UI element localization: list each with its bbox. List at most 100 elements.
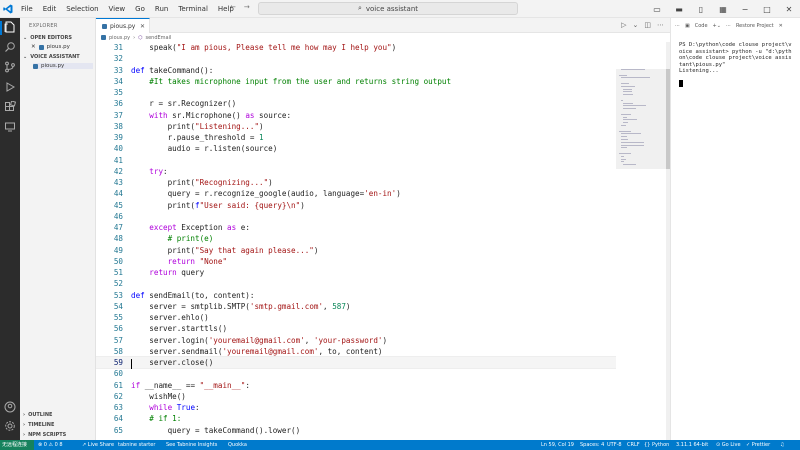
close-icon[interactable]: ✕ — [779, 23, 783, 29]
command-center-search[interactable]: ⌕ voice assistant — [258, 2, 518, 15]
code-line[interactable]: 57 server.login('youremail@gmail.com', '… — [96, 335, 616, 346]
code-line[interactable]: 31 speak("I am pious, Please tell me how… — [96, 42, 616, 53]
customize-layout-icon[interactable]: ▦ — [712, 5, 734, 14]
code-line[interactable]: 49 print("Say that again please...") — [96, 245, 616, 256]
code-line[interactable]: 54 server = smtplib.SMTP('smtp.gmail.com… — [96, 301, 616, 312]
code-line[interactable]: 62 wishMe() — [96, 391, 616, 402]
remote-explorer-icon[interactable] — [3, 121, 17, 135]
code-line[interactable]: 48 # print(e) — [96, 233, 616, 244]
code-line[interactable]: 44 query = r.recognize_google(audio, lan… — [96, 188, 616, 199]
code-line[interactable]: 34 #It takes microphone input from the u… — [96, 76, 616, 87]
code-line[interactable]: 35 — [96, 87, 616, 98]
tab-pious-py[interactable]: pious.py ✕ — [96, 18, 150, 33]
explorer-icon[interactable] — [3, 21, 17, 35]
outline-section[interactable]: › OUTLINE — [23, 412, 52, 418]
code-line[interactable]: 56 server.starttls() — [96, 323, 616, 334]
chevron-down-icon[interactable]: ⌄ — [633, 21, 639, 29]
code-line[interactable]: 52 — [96, 278, 616, 289]
menu-edit[interactable]: Edit — [38, 5, 62, 13]
split-editor-icon[interactable]: ◫ — [644, 21, 651, 29]
code-line[interactable]: 46 — [96, 211, 616, 222]
tabnine-status[interactable]: tabnine starter — [118, 442, 155, 448]
more-actions-icon[interactable]: ⋯ — [675, 23, 680, 29]
code-line[interactable]: 36 r = sr.Recognizer() — [96, 98, 616, 109]
terminal-output[interactable]: PS D:\python\code clouse project\v oice … — [679, 42, 799, 75]
layout-toggle-icon[interactable]: ▭ — [646, 5, 668, 14]
timeline-section[interactable]: › TIMELINE — [23, 422, 54, 428]
line-ending[interactable]: CRLF — [627, 442, 640, 448]
menu-file[interactable]: File — [16, 5, 38, 13]
add-terminal-icon[interactable]: +⌄ — [713, 23, 721, 29]
code-line[interactable]: 47 except Exception as e: — [96, 222, 616, 233]
minimap[interactable] — [616, 42, 666, 440]
back-arrow-icon[interactable]: ← — [230, 3, 236, 11]
code-line[interactable]: 43 print("Recognizing...") — [96, 177, 616, 188]
menu-run[interactable]: Run — [150, 5, 173, 13]
close-icon[interactable]: ✕ — [140, 23, 145, 30]
menu-terminal[interactable]: Terminal — [173, 5, 213, 13]
live-share-button[interactable]: ↗ Live Share — [82, 442, 114, 448]
settings-gear-icon[interactable] — [3, 420, 17, 434]
code-line[interactable]: 63 while True: — [96, 402, 616, 413]
open-editors-header[interactable]: ⌄ OPEN EDITORS — [23, 35, 72, 41]
remote-indicator[interactable]: 无远程连接 — [0, 440, 34, 450]
go-live-button[interactable]: ⊙ Go Live — [716, 442, 741, 448]
minimize-icon[interactable]: − — [734, 5, 756, 14]
close-icon[interactable]: ✕ — [778, 5, 800, 14]
code-line[interactable]: 32 — [96, 53, 616, 64]
code-line[interactable]: 58 server.sendmail('youremail@gmail.com'… — [96, 346, 616, 357]
code-line[interactable]: 61 if __name__ == "__main__": — [96, 380, 616, 391]
encoding[interactable]: UTF-8 — [607, 442, 622, 448]
code-line[interactable]: 37 with sr.Microphone() as source: — [96, 110, 616, 121]
open-editor-item[interactable]: ✕ pious.py — [31, 44, 70, 50]
code-line[interactable]: 45 print(f"User said: {query}\n") — [96, 200, 616, 211]
project-folder-header[interactable]: ⌄ VOICE ASSISTANT — [23, 54, 80, 60]
forward-arrow-icon[interactable]: → — [244, 3, 250, 11]
maximize-icon[interactable]: □ — [756, 5, 778, 14]
problems-indicator[interactable]: ⊗ 0 ⚠ 0 8 — [38, 442, 63, 448]
quokka-status[interactable]: Quokka — [228, 442, 247, 448]
code-line[interactable]: 65 query = takeCommand().lower() — [96, 425, 616, 436]
close-icon[interactable]: ✕ — [31, 44, 36, 50]
run-debug-icon[interactable] — [3, 81, 17, 95]
code-line[interactable]: 60 — [96, 368, 616, 379]
code-line[interactable]: 33 def takeCommand(): — [96, 65, 616, 76]
indentation[interactable]: Spaces: 4 — [580, 442, 604, 448]
python-interpreter[interactable]: 3.11.1 64-bit — [676, 442, 708, 448]
code-line[interactable]: 59 server.close() — [96, 356, 616, 369]
account-icon[interactable] — [3, 401, 17, 415]
code-line[interactable]: 51 return query — [96, 267, 616, 278]
panel-toggle-icon[interactable]: ▬ — [668, 5, 690, 14]
prettier-status[interactable]: ✓ Prettier — [746, 442, 770, 448]
code-line[interactable]: 64 # if 1: — [96, 413, 616, 424]
extensions-icon[interactable] — [3, 100, 17, 115]
terminal-name[interactable]: Code — [695, 23, 708, 29]
tabnine-insights[interactable]: See Tabnine Insights — [166, 442, 217, 448]
code-line[interactable]: 50 return "None" — [96, 256, 616, 267]
menu-view[interactable]: View — [104, 5, 131, 13]
breadcrumb-symbol[interactable]: sendEmail — [146, 35, 172, 41]
cursor-position[interactable]: Ln 59, Col 19 — [541, 442, 574, 448]
npm-scripts-section[interactable]: › NPM SCRIPTS — [23, 432, 66, 438]
restore-project-label[interactable]: Restore Project — [736, 23, 774, 29]
breadcrumb-file[interactable]: pious.py — [109, 35, 130, 41]
more-actions-icon[interactable]: ⋯ — [726, 23, 731, 29]
code-line[interactable]: 42 try: — [96, 166, 616, 177]
code-line[interactable]: 53 def sendEmail(to, content): — [96, 290, 616, 301]
project-file-item[interactable]: pious.py — [33, 63, 93, 69]
more-actions-icon[interactable]: ⋯ — [657, 21, 664, 29]
language-mode[interactable]: {} Python — [644, 442, 669, 448]
notifications-bell-icon[interactable]: ♫ — [780, 442, 784, 448]
code-editor[interactable]: 31 speak("I am pious, Please tell me how… — [96, 42, 616, 440]
sidebar-toggle-icon[interactable]: ▯ — [690, 5, 712, 14]
search-icon[interactable] — [3, 41, 17, 55]
code-line[interactable]: 55 server.ehlo() — [96, 312, 616, 323]
code-line[interactable]: 38 print("Listening...") — [96, 121, 616, 132]
code-line[interactable]: 40 audio = r.listen(source) — [96, 143, 616, 154]
menu-selection[interactable]: Selection — [61, 5, 103, 13]
run-icon[interactable]: ▷ — [621, 21, 626, 29]
source-control-icon[interactable] — [3, 61, 17, 75]
code-line[interactable]: 39 r.pause_threshold = 1 — [96, 132, 616, 143]
code-line[interactable]: 41 — [96, 155, 616, 166]
menu-go[interactable]: Go — [130, 5, 150, 13]
